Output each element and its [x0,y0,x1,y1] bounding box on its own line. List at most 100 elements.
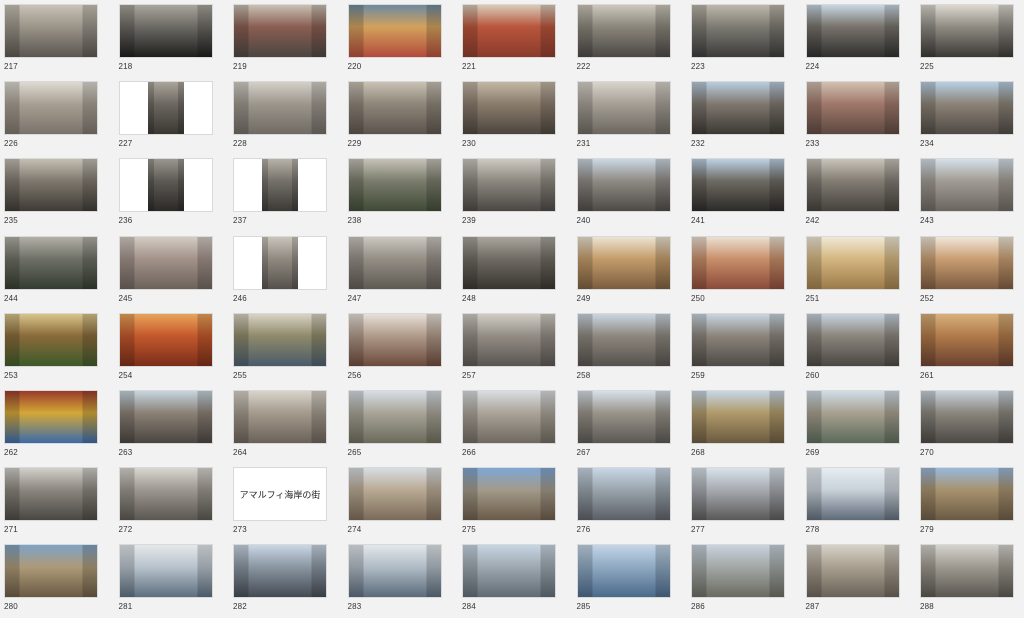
thumbnail-frame[interactable] [691,81,785,136]
thumbnail-item[interactable]: 252 [920,235,1014,310]
thumbnail-frame[interactable] [118,158,213,213]
thumbnail-item[interactable]: 275 [462,467,556,541]
thumbnail-item[interactable]: 249 [576,235,671,310]
thumbnail-frame[interactable] [118,544,213,599]
thumbnail-frame[interactable] [4,312,98,367]
thumbnail-item[interactable]: 239 [462,158,556,232]
thumbnail-item[interactable]: 286 [691,544,785,618]
thumbnail-item[interactable]: 244 [4,235,98,310]
thumbnail-item[interactable]: 233 [805,81,900,155]
thumbnail-frame[interactable] [347,467,442,522]
thumbnail-frame[interactable] [462,4,556,58]
thumbnail-frame[interactable] [920,544,1014,599]
thumbnail-frame[interactable] [233,158,327,213]
thumbnail-frame[interactable] [462,158,556,213]
thumbnail-frame[interactable] [691,4,785,58]
thumbnail-frame[interactable] [691,544,785,599]
thumbnail-frame[interactable] [347,158,442,213]
thumbnail-item[interactable]: 266 [462,390,556,464]
thumbnail-frame[interactable] [118,312,213,367]
thumbnail-frame[interactable] [118,81,213,136]
thumbnail-item[interactable]: 242 [805,158,900,232]
thumbnail-frame[interactable] [4,467,98,522]
thumbnail-item[interactable]: 231 [576,81,671,155]
thumbnail-item[interactable]: 260 [805,312,900,387]
thumbnail-frame[interactable] [233,235,327,290]
thumbnail-item[interactable]: 254 [118,312,213,387]
thumbnail-item[interactable]: 222 [576,4,671,78]
thumbnail-frame[interactable] [233,312,327,367]
thumbnail-item[interactable]: 226 [4,81,98,155]
thumbnail-item[interactable]: 264 [233,390,327,464]
thumbnail-frame[interactable] [118,235,213,290]
thumbnail-item[interactable]: 257 [462,312,556,387]
thumbnail-item[interactable]: 223 [691,4,785,78]
thumbnail-frame[interactable] [118,4,213,58]
thumbnail-item[interactable]: 251 [805,235,900,310]
thumbnail-item[interactable]: アマルフィ海岸の街 273 [233,467,327,541]
thumbnail-item[interactable]: 220 [347,4,442,78]
thumbnail-frame[interactable] [691,235,785,290]
thumbnail-frame[interactable] [4,4,98,58]
thumbnail-frame[interactable] [118,390,213,444]
thumbnail-frame[interactable] [805,81,900,136]
thumbnail-item[interactable]: 247 [347,235,442,310]
thumbnail-item[interactable]: 248 [462,235,556,310]
thumbnail-frame[interactable] [4,390,98,444]
thumbnail-item[interactable]: 237 [233,158,327,232]
thumbnail-frame[interactable] [691,390,785,444]
thumbnail-item[interactable]: 261 [920,312,1014,387]
thumbnail-item[interactable]: 243 [920,158,1014,232]
thumbnail-frame[interactable] [920,81,1014,136]
thumbnail-frame[interactable] [805,390,900,444]
thumbnail-frame[interactable] [576,235,671,290]
thumbnail-item[interactable]: 276 [576,467,671,541]
thumbnail-item[interactable]: 221 [462,4,556,78]
thumbnail-item[interactable]: 265 [347,390,442,464]
thumbnail-item[interactable]: 241 [691,158,785,232]
thumbnail-item[interactable]: 287 [805,544,900,618]
thumbnail-item[interactable]: 282 [233,544,327,618]
thumbnail-item[interactable]: 284 [462,544,556,618]
thumbnail-item[interactable]: 277 [691,467,785,541]
thumbnail-item[interactable]: 270 [920,390,1014,464]
thumbnail-item[interactable]: 274 [347,467,442,541]
thumbnail-item[interactable]: 234 [920,81,1014,155]
thumbnail-frame[interactable] [920,235,1014,290]
thumbnail-item[interactable]: 217 [4,4,98,78]
thumbnail-frame[interactable] [805,158,900,213]
thumbnail-item[interactable]: 219 [233,4,327,78]
thumbnail-item[interactable]: 240 [576,158,671,232]
thumbnail-frame[interactable] [233,81,327,136]
thumbnail-item[interactable]: 262 [4,390,98,464]
thumbnail-frame[interactable] [462,312,556,367]
thumbnail-item[interactable]: 230 [462,81,556,155]
thumbnail-frame[interactable] [462,390,556,444]
thumbnail-frame[interactable] [462,544,556,599]
thumbnail-item[interactable]: 259 [691,312,785,387]
thumbnail-item[interactable]: 281 [118,544,213,618]
thumbnail-frame[interactable] [805,467,900,522]
thumbnail-frame[interactable] [347,81,442,136]
thumbnail-frame[interactable] [118,467,213,522]
thumbnail-frame[interactable] [347,390,442,444]
thumbnail-frame[interactable] [233,390,327,444]
thumbnail-frame[interactable]: アマルフィ海岸の街 [233,467,327,522]
thumbnail-frame[interactable] [920,390,1014,444]
thumbnail-item[interactable]: 218 [118,4,213,78]
thumbnail-item[interactable]: 245 [118,235,213,310]
thumbnail-item[interactable]: 280 [4,544,98,618]
thumbnail-item[interactable]: 267 [576,390,671,464]
thumbnail-item[interactable]: 235 [4,158,98,232]
thumbnail-frame[interactable] [347,4,442,58]
thumbnail-frame[interactable] [4,158,98,213]
thumbnail-item[interactable]: 279 [920,467,1014,541]
thumbnail-item[interactable]: 268 [691,390,785,464]
thumbnail-frame[interactable] [576,158,671,213]
thumbnail-frame[interactable] [691,158,785,213]
thumbnail-frame[interactable] [576,544,671,599]
thumbnail-frame[interactable] [576,4,671,58]
thumbnail-frame[interactable] [805,235,900,290]
thumbnail-item[interactable]: 250 [691,235,785,310]
thumbnail-item[interactable]: 271 [4,467,98,541]
